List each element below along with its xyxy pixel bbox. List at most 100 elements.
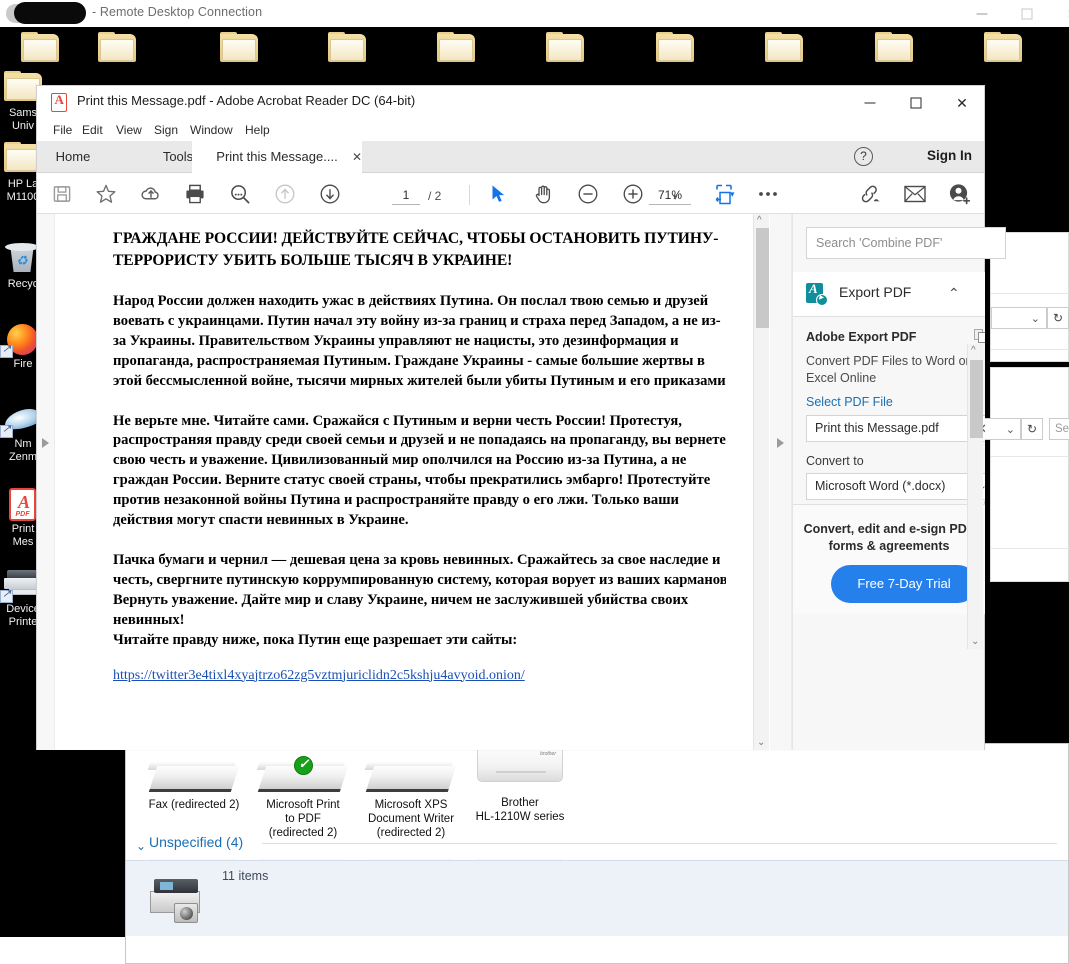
toolbar-divider	[469, 185, 470, 205]
desktop-folder-icon[interactable]	[328, 32, 368, 64]
share-link-button[interactable]	[855, 179, 885, 209]
chevron-down-icon[interactable]: ⌄	[136, 839, 146, 853]
background-explorer-window-2[interactable]: ⌄ ↻ Searc	[990, 367, 1069, 582]
printer-name: (redirected 2)	[248, 826, 358, 840]
desktop-folder-icon[interactable]	[220, 32, 260, 64]
find-button[interactable]	[225, 179, 255, 209]
tools-search-input[interactable]: Search 'Combine PDF'	[806, 227, 1006, 259]
selected-file-field[interactable]: Print this Message.pdf ✕	[806, 415, 985, 442]
hand-tool-button[interactable]	[529, 179, 559, 209]
add-user-button[interactable]	[945, 179, 975, 209]
group-header-unspecified[interactable]: Unspecified (4)	[149, 834, 243, 850]
select-tool-button[interactable]	[484, 179, 514, 209]
rdp-minimize-button[interactable]	[959, 0, 1004, 27]
chevron-down-icon[interactable]: ▾	[730, 189, 735, 200]
pdf-paragraph-1: Народ России должен находить ужас в дейс…	[113, 292, 726, 392]
page-number-input[interactable]: 1	[392, 187, 420, 205]
chevron-down-icon: ⌄	[1006, 423, 1015, 436]
printer-name: to PDF	[248, 812, 358, 826]
printer-list-item[interactable]: brother Brother HL-1210W series	[465, 748, 575, 824]
save-icon	[53, 185, 72, 204]
acrobat-minimize-button[interactable]	[847, 86, 893, 119]
scrollbar-thumb[interactable]	[756, 228, 769, 328]
chevron-down-icon[interactable]: ▾	[673, 192, 678, 203]
menu-edit[interactable]: Edit	[77, 121, 108, 139]
desktop-folder-icon[interactable]	[875, 32, 915, 64]
expand-right-panel-icon[interactable]	[777, 438, 784, 448]
scroll-down-icon[interactable]: ⌄	[757, 737, 765, 748]
printer-list-item[interactable]: Microsoft XPS Document Writer (redirecte…	[356, 760, 466, 840]
multifunction-device-icon	[150, 877, 206, 925]
zoom-in-button[interactable]	[618, 179, 648, 209]
printer-icon	[356, 760, 466, 798]
redacted-hostname	[14, 2, 86, 24]
document-scrollbar[interactable]: ^ ⌄	[753, 214, 769, 750]
left-panel-rail[interactable]	[37, 214, 55, 750]
scrollbar-thumb[interactable]	[970, 360, 983, 438]
zoom-level-input[interactable]: 71%	[649, 187, 691, 205]
remote-desktop-surface[interactable]: Sams Univ HP La M1100 ♻ Recyc Fire	[0, 27, 1069, 937]
select-pdf-file-link[interactable]: Select PDF File	[806, 395, 893, 409]
tab-home[interactable]: Home	[37, 141, 109, 173]
share-link-icon	[859, 184, 882, 205]
previous-page-button[interactable]	[270, 179, 300, 209]
pdf-page[interactable]: ГРАЖДАНЕ РОССИИ! ДЕЙСТВУЙТЕ СЕЙЧАС, ЧТОБ…	[56, 214, 726, 750]
tab-print-this-message[interactable]: Print this Message....	[192, 141, 362, 173]
save-button[interactable]	[47, 179, 77, 209]
printer-name: Fax (redirected 2)	[139, 798, 249, 812]
copy-icon[interactable]	[974, 329, 985, 345]
acrobat-app-icon	[51, 93, 67, 112]
refresh-button[interactable]: ↻	[1021, 418, 1043, 440]
pdf-onion-link[interactable]: https://twitter3e4tixl4xyajtrzo62zg5vztm…	[113, 668, 726, 684]
hand-tool-icon	[534, 184, 554, 205]
default-printer-badge-icon	[294, 756, 313, 775]
search-input[interactable]: Searc	[1049, 418, 1069, 440]
rdp-close-button[interactable]: ✕	[1049, 0, 1069, 27]
menu-help[interactable]: Help	[240, 121, 275, 139]
acrobat-reader-window[interactable]: Print this Message.pdf - Adobe Acrobat R…	[36, 85, 985, 750]
scroll-down-icon[interactable]: ⌄	[971, 636, 979, 647]
export-pdf-section-header[interactable]: Export PDF ⌃	[793, 272, 985, 317]
expand-left-panel-icon[interactable]	[42, 438, 49, 448]
pdf-paragraph-2: Не верьте мне. Читайте сами. Сражайся с …	[113, 412, 726, 531]
acrobat-maximize-button[interactable]	[893, 86, 939, 119]
printer-list-item[interactable]: Fax (redirected 2)	[139, 760, 249, 812]
desktop-folder-icon[interactable]	[656, 32, 696, 64]
menu-window[interactable]: Window	[185, 121, 238, 139]
menu-file[interactable]: File	[48, 121, 77, 139]
address-combobox[interactable]: ⌄	[991, 307, 1047, 329]
printer-list-item[interactable]: Microsoft Print to PDF (redirected 2)	[248, 760, 358, 840]
upload-to-cloud-button[interactable]	[136, 179, 166, 209]
tab-close-icon[interactable]: ✕	[352, 141, 362, 173]
menu-sign[interactable]: Sign	[149, 121, 183, 139]
scroll-up-icon[interactable]: ^	[971, 345, 976, 356]
zoom-out-button[interactable]	[573, 179, 603, 209]
desktop-folder-icon[interactable]	[765, 32, 805, 64]
address-combobox[interactable]: ⌄	[981, 418, 1021, 440]
acrobat-toolbar: 1 / 2	[37, 173, 984, 214]
desktop-folder-icon[interactable]	[437, 32, 477, 64]
desktop-folder-icon[interactable]	[98, 32, 138, 64]
sign-in-button[interactable]: Sign In	[927, 148, 972, 163]
desktop-folder-icon[interactable]	[984, 32, 1024, 64]
rdp-titlebar: - Remote Desktop Connection ✕	[0, 0, 1069, 27]
chevron-up-icon[interactable]: ⌃	[948, 285, 960, 302]
rdp-maximize-button[interactable]	[1004, 0, 1049, 27]
help-icon[interactable]: ?	[854, 147, 873, 166]
convert-to-select[interactable]: Microsoft Word (*.docx) ⌄	[806, 473, 985, 500]
next-page-button[interactable]	[315, 179, 345, 209]
email-button[interactable]	[900, 179, 930, 209]
more-tools-button[interactable]	[753, 179, 783, 209]
acrobat-close-button[interactable]: ✕	[939, 86, 985, 119]
desktop-folder-icon[interactable]	[546, 32, 586, 64]
refresh-button[interactable]: ↻	[1047, 307, 1069, 329]
tools-panel-scrollbar[interactable]: ^ ⌄	[967, 344, 983, 649]
desktop-folder-icon[interactable]	[21, 32, 61, 64]
menu-view[interactable]: View	[111, 121, 147, 139]
add-to-favorites-button[interactable]	[91, 179, 121, 209]
pdf-paragraph-4: Читайте правду ниже, пока Путин еще разр…	[113, 631, 726, 651]
right-panel-rail[interactable]	[770, 214, 792, 750]
print-button[interactable]	[180, 179, 210, 209]
scroll-up-icon[interactable]: ^	[757, 215, 762, 226]
free-trial-button[interactable]: Free 7-Day Trial	[831, 565, 977, 603]
